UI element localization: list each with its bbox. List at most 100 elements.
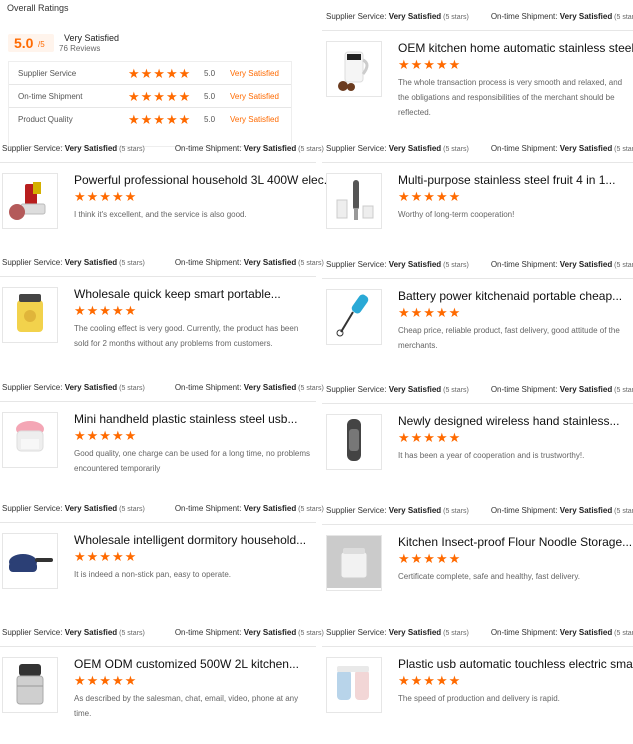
review-meta-row: Supplier Service: Very Satisfied (5 star…	[326, 144, 633, 153]
product-thumbnail[interactable]	[2, 173, 58, 229]
product-title[interactable]: Newly designed wireless hand stainless..…	[398, 414, 619, 428]
score-badge: 5.0 /5	[8, 34, 54, 52]
product-title[interactable]: Wholesale quick keep smart portable...	[74, 287, 281, 301]
on-time-shipment-stars: (5 stars)	[614, 14, 633, 21]
review-text: I think it's excellent, and the service …	[74, 210, 247, 219]
product-thumbnail[interactable]	[326, 414, 382, 470]
review-card: Supplier Service: Very Satisfied (5 star…	[0, 624, 324, 742]
on-time-shipment-label: On-time Shipment:	[174, 383, 244, 392]
product-title[interactable]: Wholesale intelligent dormitory househol…	[74, 533, 306, 547]
product-title[interactable]: Multi-purpose stainless steel fruit 4 in…	[398, 173, 615, 187]
meta-divider	[0, 401, 316, 402]
review-card: Supplier Service: Very Satisfied (5 star…	[322, 624, 633, 742]
review-text: The speed of production and delivery is …	[398, 694, 560, 703]
supplier-service-value: Very Satisfied	[64, 628, 118, 637]
product-title[interactable]: Kitchen Insect-proof Flour Noodle Storag…	[398, 535, 632, 549]
rating-row-label: Supplier Service	[18, 69, 77, 78]
review-card: Supplier Service: Very Satisfied (5 star…	[0, 379, 324, 497]
review-meta-row: Supplier Service: Very Satisfied (5 star…	[2, 144, 324, 153]
storage-container-icon	[327, 536, 381, 590]
on-time-shipment-stars: (5 stars)	[296, 146, 324, 153]
review-stars: ★★★★★	[398, 189, 462, 204]
supplier-service-label: Supplier Service:	[326, 144, 389, 153]
meta-divider	[0, 646, 316, 647]
overall-ratings-title: Overall Ratings	[7, 3, 69, 13]
rating-row-value: 5.0	[204, 115, 216, 124]
product-title[interactable]: Powerful professional household 3L 400W …	[74, 173, 334, 187]
on-time-shipment-label: On-time Shipment:	[490, 144, 560, 153]
on-time-shipment-stars: (5 stars)	[614, 508, 633, 515]
meta-divider	[0, 522, 316, 523]
supplier-service-label: Supplier Service:	[326, 260, 389, 269]
review-meta-row: Supplier Service: Very Satisfied (5 star…	[326, 506, 633, 515]
review-meta-row: Supplier Service: Very Satisfied (5 star…	[326, 12, 633, 21]
review-text: It has been a year of cooperation and is…	[398, 451, 585, 460]
rating-row-stars: ★★★★★	[128, 66, 192, 81]
on-time-shipment-label: On-time Shipment:	[490, 628, 560, 637]
on-time-shipment-value: Very Satisfied	[243, 628, 297, 637]
product-title[interactable]: OEM ODM customized 500W 2L kitchen...	[74, 657, 299, 671]
supplier-service-value: Very Satisfied	[388, 628, 442, 637]
on-time-shipment-stars: (5 stars)	[296, 385, 324, 392]
review-stars: ★★★★★	[74, 673, 138, 688]
review-stars: ★★★★★	[74, 189, 138, 204]
product-thumbnail[interactable]	[326, 41, 382, 97]
supplier-service-label: Supplier Service:	[2, 258, 65, 267]
supplier-service-label: Supplier Service:	[2, 628, 65, 637]
on-time-shipment-label: On-time Shipment:	[490, 506, 560, 515]
review-text: Worthy of long-term cooperation!	[398, 210, 515, 219]
on-time-shipment-stars: (5 stars)	[296, 506, 324, 513]
rating-row-stars: ★★★★★	[128, 89, 192, 104]
on-time-shipment-label: On-time Shipment:	[490, 12, 560, 21]
product-title[interactable]: Mini handheld plastic stainless steel us…	[74, 412, 297, 426]
review-meta-row: Supplier Service: Very Satisfied (5 star…	[326, 260, 633, 269]
review-card: Supplier Service: Very Satisfied (5 star…	[322, 8, 633, 126]
supplier-service-stars: (5 stars)	[117, 146, 145, 153]
product-thumbnail[interactable]	[326, 289, 382, 345]
review-card: Supplier Service: Very Satisfied (5 star…	[322, 502, 633, 620]
on-time-shipment-label: On-time Shipment:	[174, 258, 244, 267]
supplier-service-value: Very Satisfied	[64, 258, 118, 267]
review-meta-row: Supplier Service: Very Satisfied (5 star…	[2, 628, 324, 637]
supplier-service-value: Very Satisfied	[388, 144, 442, 153]
review-text: Certificate complete, safe and healthy, …	[398, 572, 581, 581]
on-time-shipment-stars: (5 stars)	[296, 630, 324, 637]
rating-row-status: Very Satisfied	[230, 92, 279, 101]
supplier-service-label: Supplier Service:	[326, 385, 389, 394]
product-thumbnail[interactable]	[326, 535, 382, 591]
on-time-shipment-value: Very Satisfied	[559, 260, 613, 269]
product-thumbnail[interactable]	[2, 657, 58, 713]
rating-row-status: Very Satisfied	[230, 69, 279, 78]
review-meta-row: Supplier Service: Very Satisfied (5 star…	[326, 628, 633, 637]
supplier-service-stars: (5 stars)	[441, 146, 469, 153]
rating-row-label: On-time Shipment	[18, 92, 83, 101]
on-time-shipment-label: On-time Shipment:	[490, 385, 560, 394]
supplier-service-label: Supplier Service:	[2, 383, 65, 392]
on-time-shipment-stars: (5 stars)	[296, 260, 324, 267]
product-title[interactable]: Battery power kitchenaid portable cheap.…	[398, 289, 622, 303]
review-meta-row: Supplier Service: Very Satisfied (5 star…	[326, 385, 633, 394]
rating-row-status: Very Satisfied	[230, 115, 279, 124]
supplier-service-value: Very Satisfied	[64, 144, 118, 153]
on-time-shipment-label: On-time Shipment:	[174, 144, 244, 153]
on-time-shipment-value: Very Satisfied	[243, 144, 297, 153]
supplier-service-value: Very Satisfied	[64, 504, 118, 513]
overall-label: Very Satisfied	[64, 33, 120, 43]
supplier-service-stars: (5 stars)	[441, 508, 469, 515]
review-stars: ★★★★★	[398, 57, 462, 72]
product-thumbnail[interactable]	[2, 287, 58, 343]
review-card: Supplier Service: Very Satisfied (5 star…	[322, 256, 633, 374]
product-title[interactable]: OEM kitchen home automatic stainless ste…	[398, 41, 633, 55]
on-time-shipment-value: Very Satisfied	[243, 258, 297, 267]
on-time-shipment-value: Very Satisfied	[559, 144, 613, 153]
meat-grinder-icon	[3, 174, 57, 228]
product-title[interactable]: Plastic usb automatic touchless electric…	[398, 657, 633, 671]
product-thumbnail[interactable]	[326, 657, 382, 713]
milk-frother-icon	[327, 290, 381, 344]
product-thumbnail[interactable]	[326, 173, 382, 229]
rating-row-stars: ★★★★★	[128, 112, 192, 127]
review-text: As described by the salesman, chat, emai…	[74, 694, 299, 718]
rating-row-label: Product Quality	[18, 115, 73, 124]
product-thumbnail[interactable]	[2, 533, 58, 589]
product-thumbnail[interactable]	[2, 412, 58, 468]
